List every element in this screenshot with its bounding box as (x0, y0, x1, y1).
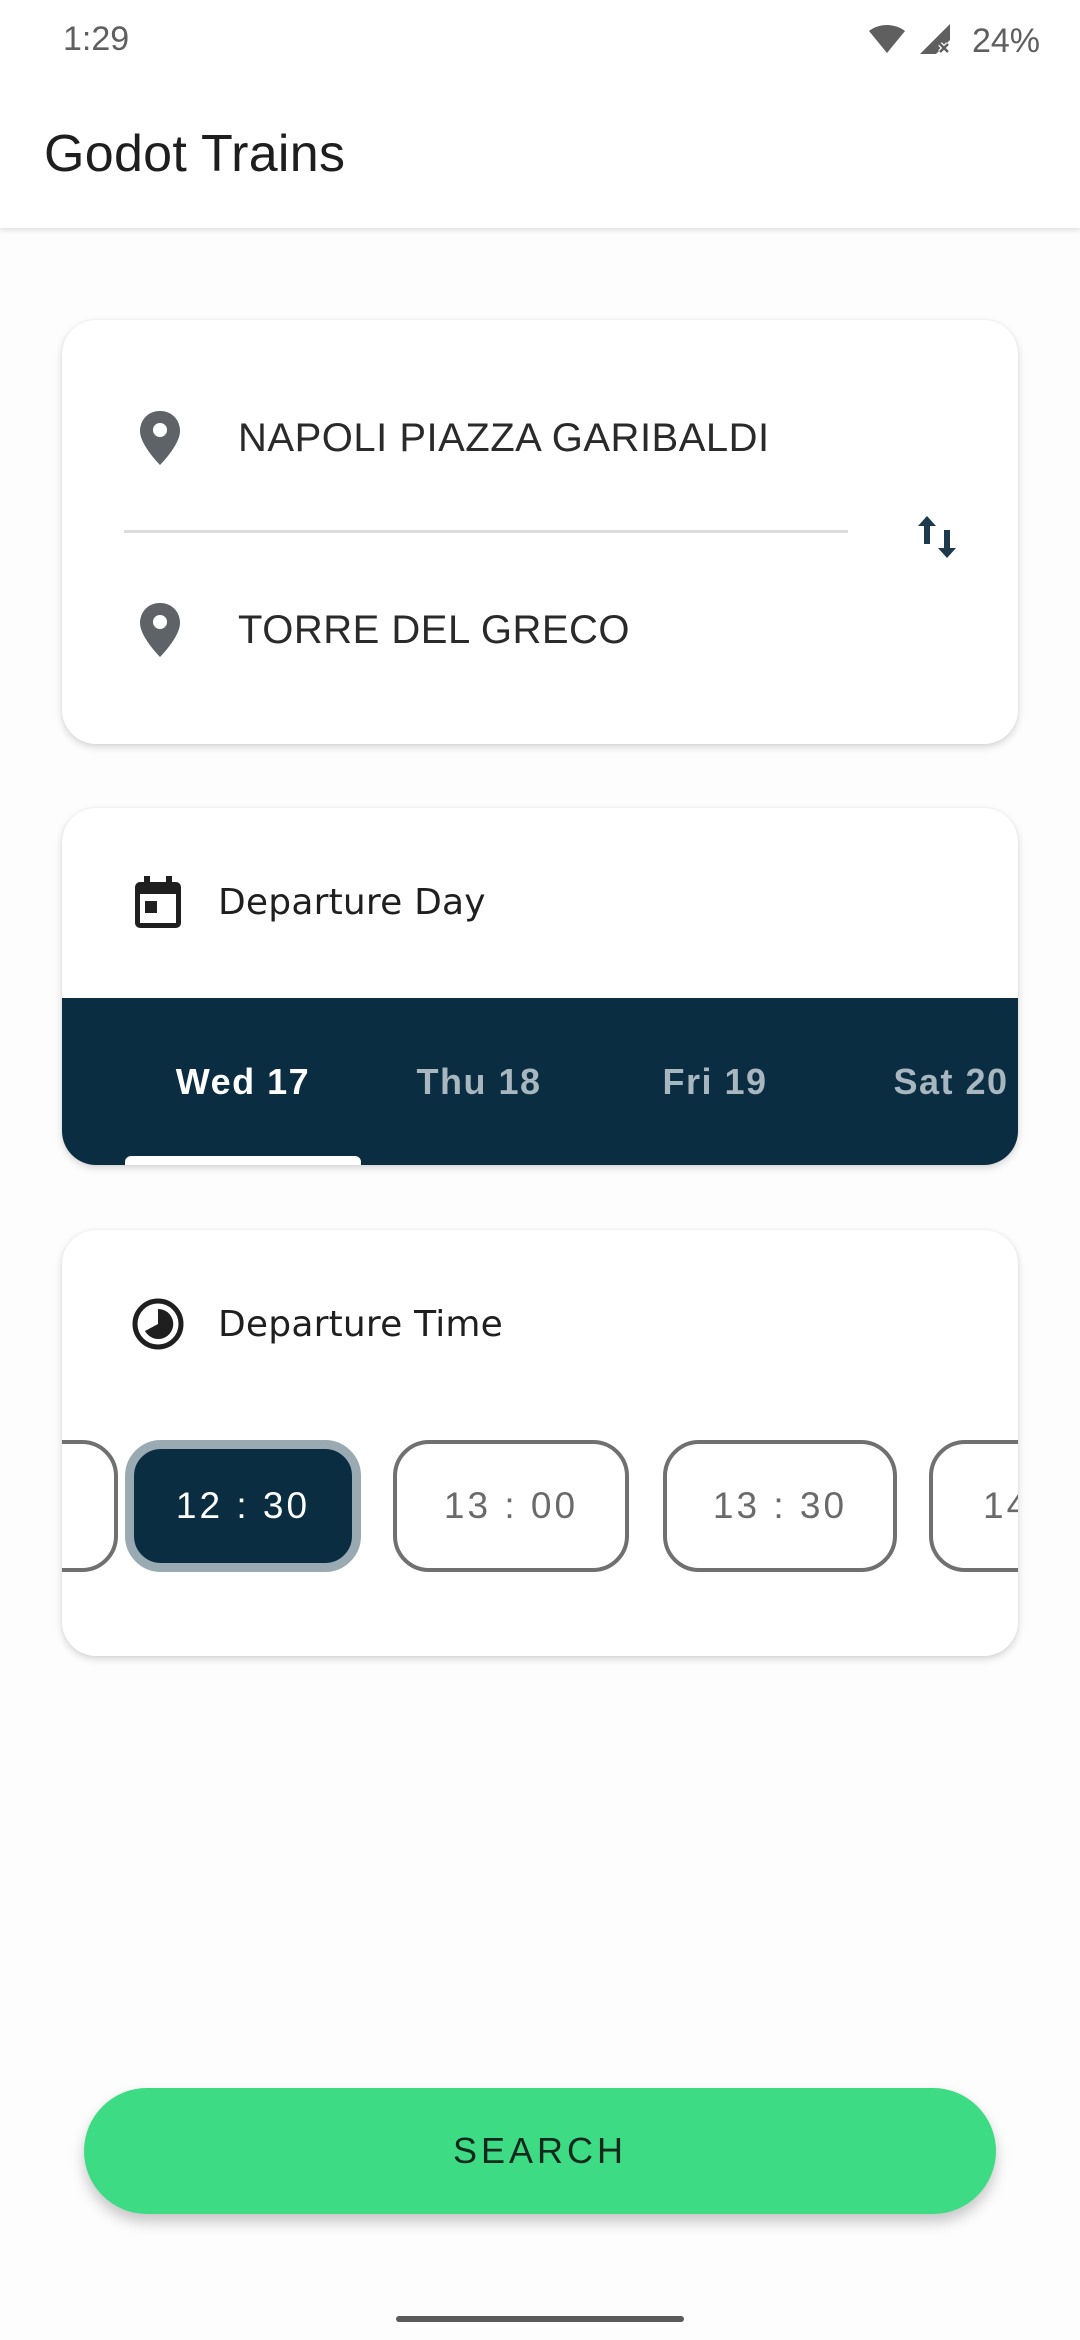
tab-day-thu-18[interactable]: Thu 18 (361, 998, 597, 1165)
battery-percentage: 24% (971, 21, 1040, 60)
time-slot-chip[interactable] (62, 1440, 118, 1572)
time-slot-chip[interactable]: 14 (929, 1440, 1018, 1572)
home-indicator[interactable] (396, 2316, 684, 2322)
from-station-name: NAPOLI PIAZZA GARIBALDI (238, 415, 770, 460)
status-time: 1:29 (63, 20, 130, 58)
tab-day-fri-19[interactable]: Fri 19 (597, 998, 833, 1165)
clock-icon (128, 1294, 188, 1354)
app-title: Godot Trains (44, 125, 346, 183)
day-tabs: Wed 17 Thu 18 Fri 19 Sat 20 (62, 998, 1018, 1165)
tab-day-sat-20[interactable]: Sat 20 (833, 998, 1018, 1165)
calendar-icon (128, 872, 188, 932)
departure-time-label: Departure Time (218, 1303, 504, 1345)
departure-day-label: Departure Day (218, 881, 486, 923)
location-pin-icon (132, 407, 188, 469)
departure-day-card: Departure Day Wed 17 Thu 18 Fri 19 Sat 2… (62, 808, 1018, 1165)
swap-vertical-icon (915, 512, 959, 567)
route-card: NAPOLI PIAZZA GARIBALDI TORRE DEL GRECO (62, 320, 1018, 744)
app-bar: Godot Trains (0, 84, 1080, 228)
status-bar: 1:29 24% (0, 0, 1080, 84)
departure-day-header: Departure Day (128, 870, 486, 934)
route-divider (124, 530, 848, 533)
tab-day-wed-17[interactable]: Wed 17 (125, 998, 361, 1165)
from-station-field[interactable]: NAPOLI PIAZZA GARIBALDI (132, 398, 852, 478)
wifi-icon (868, 23, 906, 60)
location-pin-icon (132, 599, 188, 661)
to-station-field[interactable]: TORRE DEL GRECO (132, 590, 852, 670)
time-slot-chip[interactable]: 13 : 30 (663, 1440, 897, 1572)
selected-tab-indicator (125, 1156, 361, 1165)
search-button[interactable]: SEARCH (84, 2088, 996, 2214)
departure-time-header: Departure Time (128, 1292, 503, 1356)
status-icons: 24% (868, 18, 1040, 64)
swap-stations-button[interactable] (902, 504, 972, 574)
time-slot-chip-selected[interactable]: 12 : 30 (125, 1440, 361, 1572)
time-slot-chip[interactable]: 13 : 00 (393, 1440, 629, 1572)
departure-time-card: Departure Time 12 : 30 13 : 00 13 : 30 1… (62, 1230, 1018, 1656)
to-station-name: TORRE DEL GRECO (238, 607, 631, 652)
cellular-no-signal-icon (918, 22, 952, 61)
